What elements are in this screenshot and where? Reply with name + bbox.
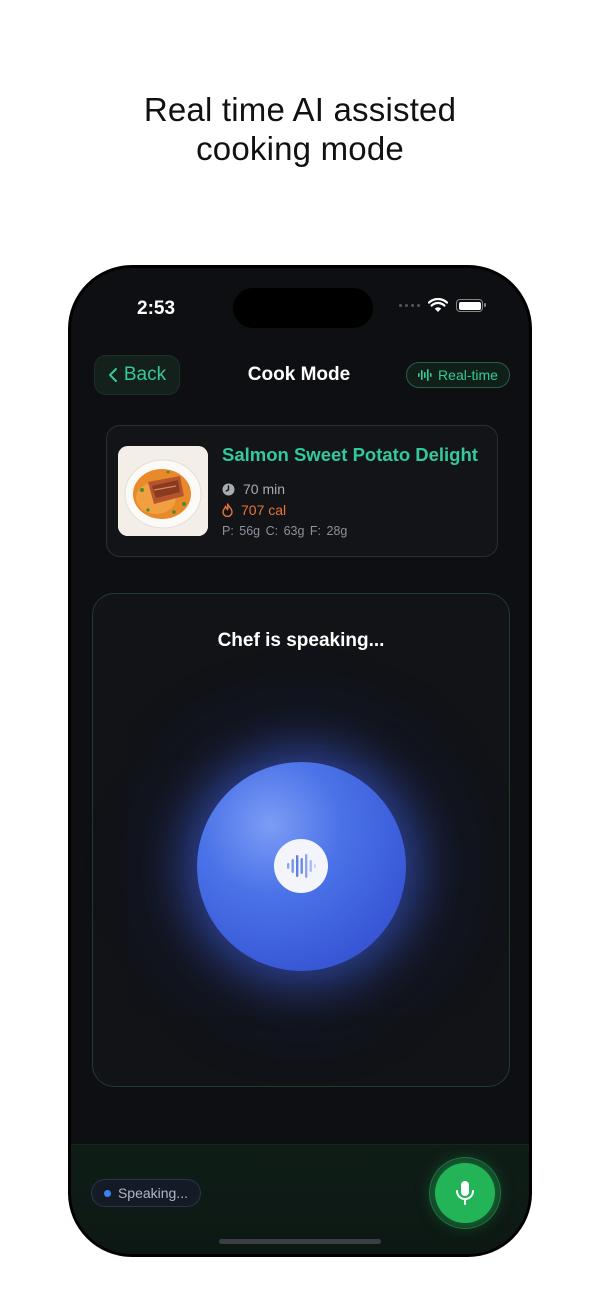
flame-icon bbox=[222, 503, 233, 517]
recipe-macros: P: 56g C: 63g F: 28g bbox=[222, 524, 348, 538]
recipe-calories-row: 707 cal bbox=[222, 502, 286, 518]
phone-screen: 2:53 Back Cook Mode Real-time Salmon Swe… bbox=[71, 268, 529, 1254]
battery-icon bbox=[456, 299, 486, 312]
voice-orb[interactable] bbox=[197, 762, 406, 971]
home-indicator[interactable] bbox=[219, 1239, 381, 1244]
speaking-indicator: Speaking... bbox=[91, 1179, 201, 1207]
status-icons bbox=[399, 298, 486, 313]
headline-line-2: cooking mode bbox=[196, 130, 404, 167]
dynamic-island bbox=[233, 288, 373, 328]
page-headline: Real time AI assisted cooking mode bbox=[0, 90, 600, 168]
voice-panel: Chef is speaking... bbox=[92, 593, 510, 1087]
audio-waveform-icon bbox=[287, 854, 316, 878]
cellular-icon bbox=[399, 304, 420, 307]
headline-line-1: Real time AI assisted bbox=[143, 91, 457, 128]
clock-icon bbox=[222, 483, 235, 495]
realtime-badge[interactable]: Real-time bbox=[406, 362, 510, 388]
recipe-image bbox=[118, 446, 208, 536]
page-title-text: Cook Mode bbox=[247, 364, 351, 385]
recipe-time: 70 min bbox=[243, 481, 286, 497]
mic-button[interactable] bbox=[435, 1163, 495, 1223]
recipe-calories: 707 cal bbox=[241, 502, 287, 518]
recipe-card[interactable]: Salmon Sweet Potato Delight 70 min 707 c… bbox=[106, 425, 498, 557]
recipe-time-row: 70 min bbox=[222, 481, 285, 497]
mic-button-ring[interactable] bbox=[429, 1157, 501, 1229]
status-time: 2:53 bbox=[137, 298, 176, 319]
microphone-icon bbox=[456, 1181, 474, 1205]
recipe-title: Salmon Sweet Potato Delight bbox=[222, 444, 478, 465]
wifi-icon bbox=[428, 298, 448, 312]
waveform-icon bbox=[418, 369, 432, 381]
voice-status: Chef is speaking... bbox=[217, 630, 385, 651]
speaking-label: Speaking... bbox=[117, 1185, 189, 1201]
bottom-bar: Speaking... bbox=[71, 1144, 529, 1254]
phone-frame: 2:53 Back Cook Mode Real-time Salmon Swe… bbox=[68, 265, 532, 1257]
realtime-label: Real-time bbox=[438, 367, 498, 383]
speaking-dot bbox=[103, 1189, 111, 1197]
orb-center bbox=[274, 839, 328, 893]
